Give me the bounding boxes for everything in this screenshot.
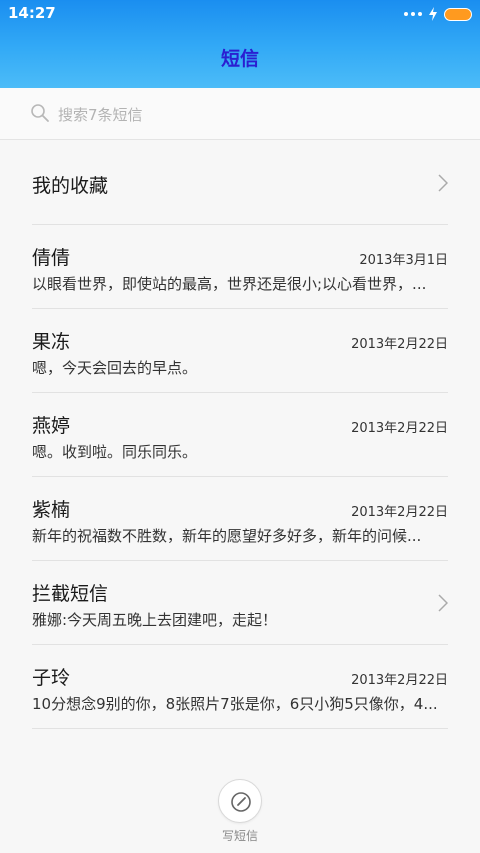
- favorites-row[interactable]: 我的收藏: [32, 141, 448, 225]
- contact-name: 倩倩: [32, 247, 71, 269]
- compose-button[interactable]: [218, 779, 262, 823]
- blocked-messages-label: 拦截短信: [32, 583, 109, 605]
- contact-name: 子玲: [32, 667, 71, 689]
- status-time: 14:27: [8, 4, 56, 22]
- contact-name: 燕婷: [32, 415, 71, 437]
- message-date: 2013年2月22日: [351, 673, 448, 688]
- status-bar: 14:27: [0, 0, 480, 28]
- charging-icon: [429, 7, 437, 21]
- conversation-item[interactable]: 子玲 2013年2月22日 10分想念9别的你，8张照片7张是你，6只小狗5只像…: [32, 645, 448, 729]
- compose-icon: [231, 792, 251, 812]
- conversation-item[interactable]: 紫楠 2013年2月22日 新年的祝福数不胜数，新年的愿望好多好多，新年的问候.…: [32, 477, 448, 561]
- conversation-item[interactable]: 果冻 2013年2月22日 嗯，今天会回去的早点。: [32, 309, 448, 393]
- favorites-label: 我的收藏: [32, 175, 109, 197]
- signal-dots-icon: [404, 12, 422, 16]
- message-preview: 以眼看世界，即使站的最高，世界还是很小;以心看世界，...: [32, 275, 427, 293]
- compose-label: 写短信: [221, 829, 258, 843]
- message-preview: 10分想念9别的你，8张照片7张是你，6只小狗5只像你，4...: [32, 695, 438, 713]
- page-title: 短信: [220, 48, 259, 70]
- message-preview: 雅娜:今天周五晚上去团建吧，走起！: [32, 611, 278, 629]
- message-date: 2013年3月1日: [359, 253, 448, 268]
- conversation-item[interactable]: 倩倩 2013年3月1日 以眼看世界，即使站的最高，世界还是很小;以心看世界，.…: [32, 225, 448, 309]
- message-date: 2013年2月22日: [351, 337, 448, 352]
- search-bar[interactable]: 搜索7条短信: [0, 88, 480, 140]
- app-header: 14:27 短信: [0, 0, 480, 88]
- message-preview: 嗯。收到啦。同乐同乐。: [32, 443, 198, 461]
- chevron-right-icon: [438, 174, 448, 192]
- search-icon: [31, 104, 49, 122]
- blocked-messages-item[interactable]: 拦截短信 雅娜:今天周五晚上去团建吧，走起！: [32, 561, 448, 645]
- battery-icon: [444, 7, 472, 21]
- message-preview: 新年的祝福数不胜数，新年的愿望好多好多，新年的问候...: [32, 527, 422, 545]
- status-icons: [404, 6, 472, 22]
- contact-name: 紫楠: [32, 499, 71, 521]
- contact-name: 果冻: [32, 331, 71, 353]
- message-preview: 嗯，今天会回去的早点。: [32, 359, 198, 377]
- conversation-list: 我的收藏 倩倩 2013年3月1日 以眼看世界，即使站的最高，世界还是很小;以心…: [0, 141, 480, 729]
- message-date: 2013年2月22日: [351, 505, 448, 520]
- search-input[interactable]: 搜索7条短信: [58, 104, 143, 125]
- conversation-item[interactable]: 燕婷 2013年2月22日 嗯。收到啦。同乐同乐。: [32, 393, 448, 477]
- message-date: 2013年2月22日: [351, 421, 448, 436]
